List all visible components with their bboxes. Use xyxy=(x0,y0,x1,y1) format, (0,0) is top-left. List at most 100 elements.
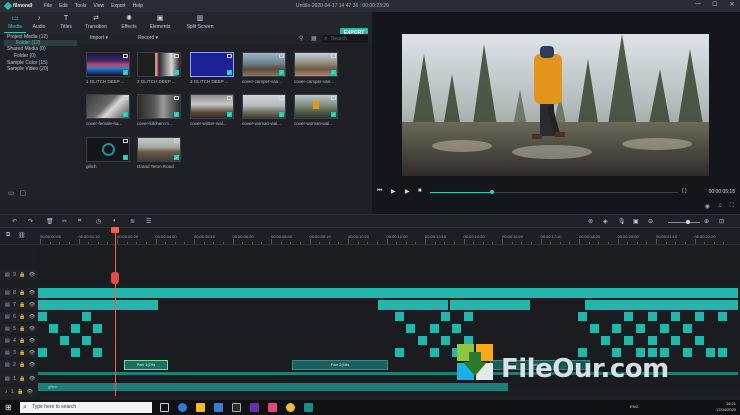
edge-browser-icon[interactable] xyxy=(178,403,187,412)
record-dropdown[interactable]: Record ▾ xyxy=(138,35,158,41)
store-icon[interactable] xyxy=(232,403,241,412)
media-item[interactable]: ✓ cover-woman-wal... xyxy=(242,94,286,126)
media-item[interactable]: ✓ 1 GLITCH DEEP ... xyxy=(86,52,130,84)
tab-audio[interactable]: ♪ Audio xyxy=(24,14,54,30)
menu-tools[interactable]: Tools xyxy=(75,3,87,9)
timeline-clip-block[interactable] xyxy=(578,312,587,321)
timeline-clip-block[interactable] xyxy=(452,324,461,333)
timeline-clip-block[interactable] xyxy=(60,336,69,345)
timeline-clip-block[interactable] xyxy=(93,348,102,357)
zoom-slider-handle[interactable] xyxy=(686,220,690,224)
sidebar-item-shared-media[interactable]: Shared Media (0) xyxy=(7,46,46,52)
delete-icon[interactable]: 🗑 xyxy=(46,218,54,225)
language-indicator[interactable]: ENG xyxy=(630,404,639,409)
timeline-clip-block[interactable] xyxy=(636,324,645,333)
timeline-clip-block[interactable] xyxy=(395,312,404,321)
timeline-clip-block[interactable] xyxy=(695,312,704,321)
chrome-icon[interactable] xyxy=(286,403,295,412)
undo-icon[interactable]: ↶ xyxy=(12,218,17,225)
media-item[interactable]: ✓ cover-kitchen-m... xyxy=(137,94,181,126)
audio-clip[interactable]: glitch xyxy=(38,383,508,391)
zoom-in-icon[interactable]: ⊕ xyxy=(704,218,709,225)
bracket-icon[interactable]: { } xyxy=(682,188,687,194)
mask-icon[interactable]: ◈ xyxy=(603,218,608,225)
folder-open-icon[interactable]: ▢ xyxy=(20,189,27,197)
media-item[interactable]: ✓ cover-female-ha... xyxy=(86,94,130,126)
render-icon[interactable]: ⊚ xyxy=(588,218,593,225)
timeline-clip-block[interactable] xyxy=(718,312,727,321)
tab-transition[interactable]: ⇄ Transition xyxy=(81,14,111,30)
timeline-clip-block[interactable] xyxy=(49,324,58,333)
volume-icon[interactable]: ♫ xyxy=(718,203,723,209)
task-view-icon[interactable] xyxy=(160,403,169,412)
media-item[interactable]: ✓ glitch xyxy=(86,137,130,169)
filter-icon[interactable]: ⚲ xyxy=(299,35,303,42)
zoom-out-icon[interactable]: ⊖ xyxy=(648,218,653,225)
taskbar-search-input[interactable]: ⌕ Type here to search xyxy=(20,402,152,413)
app-icon-purple[interactable] xyxy=(250,403,259,412)
new-folder-icon[interactable]: ▭ xyxy=(8,189,15,197)
media-item[interactable]: ✓ cover-winter-wal... xyxy=(190,94,234,126)
timeline-clip-block[interactable] xyxy=(590,324,599,333)
media-item[interactable]: ✓ cover-woman-wal... xyxy=(294,94,338,126)
speed-icon[interactable]: ◷ xyxy=(96,218,101,225)
timeline-clip-block[interactable] xyxy=(441,312,450,321)
timeline-clip-block[interactable] xyxy=(648,312,657,321)
timeline-clip-block[interactable] xyxy=(71,348,80,357)
timeline-clip-block[interactable] xyxy=(71,324,80,333)
crop-icon[interactable]: ⌗ xyxy=(78,218,81,225)
timeline-part-clip[interactable]: Part 1(19s xyxy=(124,360,168,370)
mic-icon[interactable]: 🎙 xyxy=(618,218,626,225)
timeline-clip-block[interactable] xyxy=(683,324,692,333)
menu-view[interactable]: View xyxy=(93,3,104,9)
maximize-icon[interactable]: ☐ xyxy=(711,1,719,8)
redo-icon[interactable]: ↷ xyxy=(28,218,33,225)
media-item[interactable]: ✓ 3 GLITCH DEEP ... xyxy=(190,52,234,84)
app-icon-pink[interactable] xyxy=(268,403,277,412)
timeline-clip[interactable] xyxy=(378,300,448,310)
color-icon[interactable]: ◐ xyxy=(113,218,117,224)
timeline-clip[interactable] xyxy=(38,288,738,298)
timeline-clip-block[interactable] xyxy=(430,324,439,333)
tab-elements[interactable]: ▣ Elements xyxy=(145,14,175,30)
menu-edit[interactable]: Edit xyxy=(59,3,68,9)
media-item[interactable]: ✓ cover-camper-van... xyxy=(242,52,286,84)
preview-progress-slider[interactable] xyxy=(430,190,678,194)
fit-icon[interactable]: ⊡ xyxy=(719,218,724,225)
timeline-clip-block[interactable] xyxy=(612,324,621,333)
timeline-playhead[interactable] xyxy=(115,229,116,396)
add-track-icon[interactable]: ⧉ xyxy=(6,232,10,239)
timeline-clip-block[interactable] xyxy=(406,324,415,333)
play-icon[interactable]: ▶ xyxy=(391,188,396,195)
search-input[interactable]: ⌕ Search xyxy=(322,35,368,43)
tab-effects[interactable]: ✺ Effects xyxy=(114,14,144,30)
file-explorer-icon[interactable] xyxy=(196,403,205,412)
tab-titles[interactable]: T Titles xyxy=(51,14,81,30)
grid-view-icon[interactable]: ▦ xyxy=(311,35,317,42)
menu-export[interactable]: Export xyxy=(111,3,125,9)
link-icon[interactable]: ⛓ xyxy=(18,232,26,239)
timeline-part-clip[interactable]: Part 2(18s xyxy=(292,360,388,370)
timeline-clip-block[interactable] xyxy=(430,348,439,357)
timeline-clip[interactable] xyxy=(585,300,738,310)
menu-help[interactable]: Help xyxy=(133,3,143,9)
media-item[interactable]: ✓ 2 GLITCH DEEP ... xyxy=(137,52,181,84)
timeline-clip-block[interactable] xyxy=(464,312,473,321)
voiceover-icon[interactable]: ▣ xyxy=(633,218,639,225)
cut-icon[interactable]: ✂ xyxy=(62,218,67,225)
timeline-clip-block[interactable] xyxy=(38,312,47,321)
tab-split-screen[interactable]: ▥ Split Screen xyxy=(182,14,218,30)
snapshot-icon[interactable]: ◉ xyxy=(705,203,710,210)
timeline-clip-block[interactable] xyxy=(82,312,91,321)
timeline-clip-block[interactable] xyxy=(82,336,91,345)
media-item[interactable]: ✓ Grand Teton Road xyxy=(137,137,181,169)
timeline-clip-block[interactable] xyxy=(38,348,47,357)
sidebar-item-sample-video[interactable]: Sample Video (20) xyxy=(7,66,48,72)
timeline-clip[interactable] xyxy=(38,300,158,310)
zoom-slider[interactable] xyxy=(668,220,700,224)
skip-back-icon[interactable]: ⏮ xyxy=(377,188,382,195)
mail-icon[interactable] xyxy=(214,403,223,412)
windows-start-icon[interactable]: ⊞ xyxy=(5,403,14,412)
timeline-clip-block[interactable] xyxy=(441,336,450,345)
timeline-clip-block[interactable] xyxy=(660,324,669,333)
